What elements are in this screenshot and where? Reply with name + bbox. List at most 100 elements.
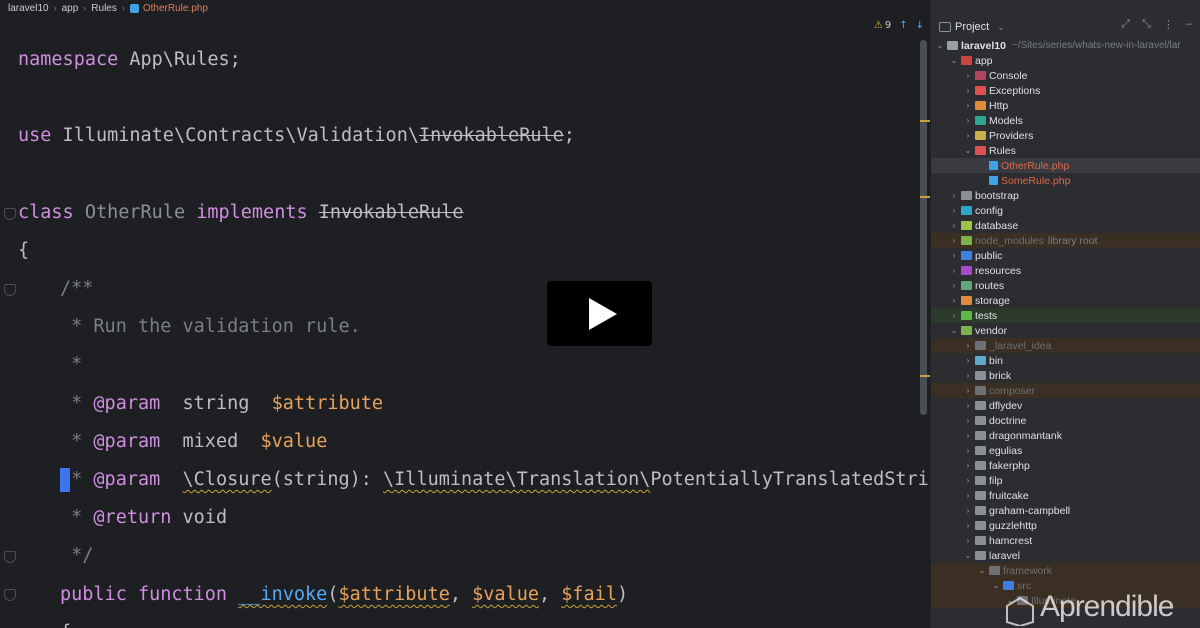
- fold-marker-icon[interactable]: [4, 589, 16, 601]
- tree-item-graham-campbell[interactable]: › graham-campbell: [931, 503, 1200, 518]
- breadcrumb-rules[interactable]: Rules: [91, 3, 117, 14]
- folder-icon: [961, 296, 972, 305]
- chevron-right-icon[interactable]: ›: [949, 311, 959, 320]
- chevron-right-icon[interactable]: ›: [949, 266, 959, 275]
- chevron-right-icon[interactable]: ›: [963, 386, 973, 395]
- tree-item-laravel[interactable]: ⌄ laravel: [931, 548, 1200, 563]
- chevron-right-icon[interactable]: ›: [963, 446, 973, 455]
- breadcrumb-app[interactable]: app: [62, 3, 79, 14]
- chevron-right-icon[interactable]: ›: [963, 116, 973, 125]
- chevron-down-icon[interactable]: ⌄: [963, 551, 973, 560]
- tree-item-label: database: [975, 219, 1019, 232]
- fold-marker-icon[interactable]: [4, 551, 16, 563]
- hide-panel-icon[interactable]: –: [1186, 18, 1192, 31]
- chevron-right-icon[interactable]: ›: [949, 281, 959, 290]
- tree-item-tests[interactable]: › tests: [931, 308, 1200, 323]
- tree-item-doctrine[interactable]: › doctrine: [931, 413, 1200, 428]
- chevron-right-icon[interactable]: ›: [963, 506, 973, 515]
- warning-marker[interactable]: [920, 120, 930, 122]
- tree-item-config[interactable]: › config: [931, 203, 1200, 218]
- chevron-down-icon[interactable]: ⌄: [977, 566, 987, 575]
- chevron-down-icon[interactable]: ⌄: [991, 581, 1001, 590]
- chevron-right-icon[interactable]: ›: [963, 71, 973, 80]
- tree-item-routes[interactable]: › routes: [931, 278, 1200, 293]
- tree-item-database[interactable]: › database: [931, 218, 1200, 233]
- chevron-right-icon[interactable]: ›: [949, 206, 959, 215]
- chevron-right-icon[interactable]: ›: [963, 371, 973, 380]
- editor-scrollbar[interactable]: [920, 40, 927, 415]
- tree-item-rules[interactable]: ⌄ Rules: [931, 143, 1200, 158]
- chevron-right-icon[interactable]: ›: [949, 236, 959, 245]
- panel-toolbar: ⤢ ⤡ ⋮ –: [1121, 18, 1192, 31]
- tree-item-resources[interactable]: › resources: [931, 263, 1200, 278]
- tree-item-filp[interactable]: › filp: [931, 473, 1200, 488]
- chevron-right-icon[interactable]: ›: [963, 431, 973, 440]
- chevron-right-icon[interactable]: ›: [963, 341, 973, 350]
- tree-item-node-modules[interactable]: › node_modules library root: [931, 233, 1200, 248]
- fold-marker-icon[interactable]: [4, 284, 16, 296]
- chevron-right-icon[interactable]: ›: [963, 86, 973, 95]
- chevron-right-icon[interactable]: ›: [963, 476, 973, 485]
- chevron-down-icon[interactable]: ⌄: [949, 56, 959, 65]
- arrow-down-icon[interactable]: ↓: [916, 20, 924, 31]
- chevron-down-icon[interactable]: ⌄: [935, 41, 945, 50]
- chevron-right-icon[interactable]: ›: [963, 101, 973, 110]
- code-editor[interactable]: ⚠ 9 ↑ ↓ namespace App\Rules; use Illumin…: [0, 16, 930, 628]
- chevron-right-icon[interactable]: ›: [963, 416, 973, 425]
- more-options-icon[interactable]: ⋮: [1163, 18, 1174, 31]
- chevron-right-icon[interactable]: ›: [949, 221, 959, 230]
- tree-item-guzzlehttp[interactable]: › guzzlehttp: [931, 518, 1200, 533]
- tree-item-public[interactable]: › public: [931, 248, 1200, 263]
- tree-item-label: src: [1017, 579, 1031, 592]
- tree-item-somerule[interactable]: SomeRule.php: [931, 173, 1200, 188]
- tree-item-bin[interactable]: › bin: [931, 353, 1200, 368]
- chevron-right-icon[interactable]: ›: [949, 251, 959, 260]
- warning-marker[interactable]: [920, 375, 930, 377]
- chevron-right-icon[interactable]: ›: [963, 521, 973, 530]
- chevron-right-icon[interactable]: ›: [949, 296, 959, 305]
- arrow-up-icon[interactable]: ↑: [899, 20, 907, 31]
- tree-item-otherrule[interactable]: OtherRule.php: [931, 158, 1200, 173]
- breadcrumb-file[interactable]: OtherRule.php: [143, 3, 208, 14]
- tree-item-egulias[interactable]: › egulias: [931, 443, 1200, 458]
- tree-item-framework[interactable]: ⌄ framework: [931, 563, 1200, 578]
- chevron-right-icon[interactable]: ›: [963, 536, 973, 545]
- tree-item-composer[interactable]: › composer: [931, 383, 1200, 398]
- tree-item-bootstrap[interactable]: › bootstrap: [931, 188, 1200, 203]
- tree-item-fruitcake[interactable]: › fruitcake: [931, 488, 1200, 503]
- expand-all-icon[interactable]: ⤢: [1121, 18, 1130, 31]
- chevron-right-icon[interactable]: ›: [963, 131, 973, 140]
- collapse-all-icon[interactable]: ⤡: [1142, 18, 1151, 31]
- chevron-right-icon[interactable]: ›: [963, 401, 973, 410]
- tree-item-app[interactable]: ⌄ app: [931, 53, 1200, 68]
- tree-item-providers[interactable]: › Providers: [931, 128, 1200, 143]
- tree-item-console[interactable]: › Console: [931, 68, 1200, 83]
- chevron-down-icon[interactable]: ⌄: [963, 146, 973, 155]
- tree-item-http[interactable]: › Http: [931, 98, 1200, 113]
- tree-item-hamcrest[interactable]: › hamcrest: [931, 533, 1200, 548]
- tree-item-exceptions[interactable]: › Exceptions: [931, 83, 1200, 98]
- warning-marker[interactable]: [920, 196, 930, 198]
- chevron-right-icon[interactable]: ›: [949, 191, 959, 200]
- chevron-right-icon[interactable]: ›: [963, 461, 973, 470]
- chevron-down-icon[interactable]: ⌄: [949, 326, 959, 335]
- inspection-status[interactable]: ⚠ 9 ↑ ↓: [874, 20, 924, 31]
- tree-item-vendor[interactable]: ⌄ vendor: [931, 323, 1200, 338]
- tree-item-laravel-idea[interactable]: › _laravel_idea: [931, 338, 1200, 353]
- tree-item-dragonmantank[interactable]: › dragonmantank: [931, 428, 1200, 443]
- video-play-button[interactable]: [547, 281, 652, 346]
- chevron-down-icon[interactable]: ⌄: [997, 22, 1005, 33]
- tree-item-brick[interactable]: › brick: [931, 368, 1200, 383]
- tree-item-storage[interactable]: › storage: [931, 293, 1200, 308]
- tree-item-laravel10[interactable]: ⌄ laravel10 ~/Sites/series/whats-new-in-la…: [931, 38, 1200, 53]
- chevron-right-icon[interactable]: ›: [963, 356, 973, 365]
- tree-item-fakerphp[interactable]: › fakerphp: [931, 458, 1200, 473]
- chevron-right-icon[interactable]: ›: [963, 491, 973, 500]
- fold-marker-icon[interactable]: [4, 208, 16, 220]
- tree-item-dflydev[interactable]: › dflydev: [931, 398, 1200, 413]
- tree-item-models[interactable]: › Models: [931, 113, 1200, 128]
- folder-icon: [975, 491, 986, 500]
- breadcrumb-project[interactable]: laravel10: [8, 3, 49, 14]
- folder-icon: [961, 191, 972, 200]
- tree-item-label: storage: [975, 294, 1011, 307]
